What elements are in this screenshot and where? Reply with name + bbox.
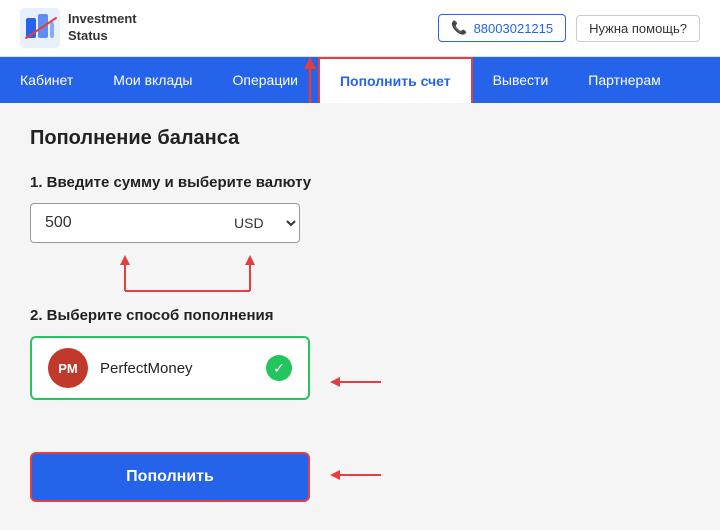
help-button[interactable]: Нужна помощь? <box>576 15 700 42</box>
header: Investment Status 📞 88003021215 Нужна по… <box>0 0 720 57</box>
nav-item-topup[interactable]: Пополнить счет <box>318 57 473 103</box>
main-nav: Кабинет Мои вклады Операции Пополнить сч… <box>0 57 720 103</box>
help-label: Нужна помощь? <box>589 21 687 36</box>
nav-item-partners[interactable]: Партнерам <box>568 58 680 102</box>
logo-icon <box>20 8 60 48</box>
logo-area: Investment Status <box>20 8 137 48</box>
arrow-pm-svg <box>326 367 386 397</box>
payment-method-perfectmoney[interactable]: PM PerfectMoney ✓ <box>30 336 310 400</box>
nav-item-deposits[interactable]: Мои вклады <box>93 58 212 102</box>
pm-check-icon: ✓ <box>266 355 292 381</box>
currency-select[interactable]: USD EUR RUB <box>220 203 300 243</box>
amount-input[interactable] <box>30 203 220 243</box>
nav-item-withdraw[interactable]: Вывести <box>473 58 569 102</box>
step2-label: 2. Выберите способ пополнения <box>30 307 690 324</box>
phone-icon: 📞 <box>451 20 467 36</box>
header-right: 📞 88003021215 Нужна помощь? <box>438 14 700 42</box>
arrow-submit-svg <box>326 460 386 490</box>
main-content: Пополнение баланса 1. Введите сумму и вы… <box>0 103 720 526</box>
phone-button[interactable]: 📞 88003021215 <box>438 14 566 42</box>
arrow-amount-annotation <box>30 253 350 293</box>
arrow-submit-annotation <box>326 460 386 495</box>
pm-name: PerfectMoney <box>100 360 254 377</box>
step1-label: 1. Введите сумму и выберите валюту <box>30 174 690 191</box>
content-area: 1. Введите сумму и выберите валюту USD E… <box>30 174 690 502</box>
arrow-pm-annotation <box>326 367 386 397</box>
submit-button[interactable]: Пополнить <box>30 452 310 502</box>
pm-logo: PM <box>48 348 88 388</box>
brand-name: Investment Status <box>68 11 137 45</box>
page-title: Пополнение баланса <box>30 127 690 150</box>
nav-item-cabinet[interactable]: Кабинет <box>0 58 93 102</box>
phone-number: 88003021215 <box>474 21 554 36</box>
arrow-amount-svg <box>30 253 350 293</box>
submit-row: Пополнить <box>30 452 690 502</box>
nav-item-operations[interactable]: Операции <box>212 58 318 102</box>
amount-currency-row: USD EUR RUB <box>30 203 310 243</box>
